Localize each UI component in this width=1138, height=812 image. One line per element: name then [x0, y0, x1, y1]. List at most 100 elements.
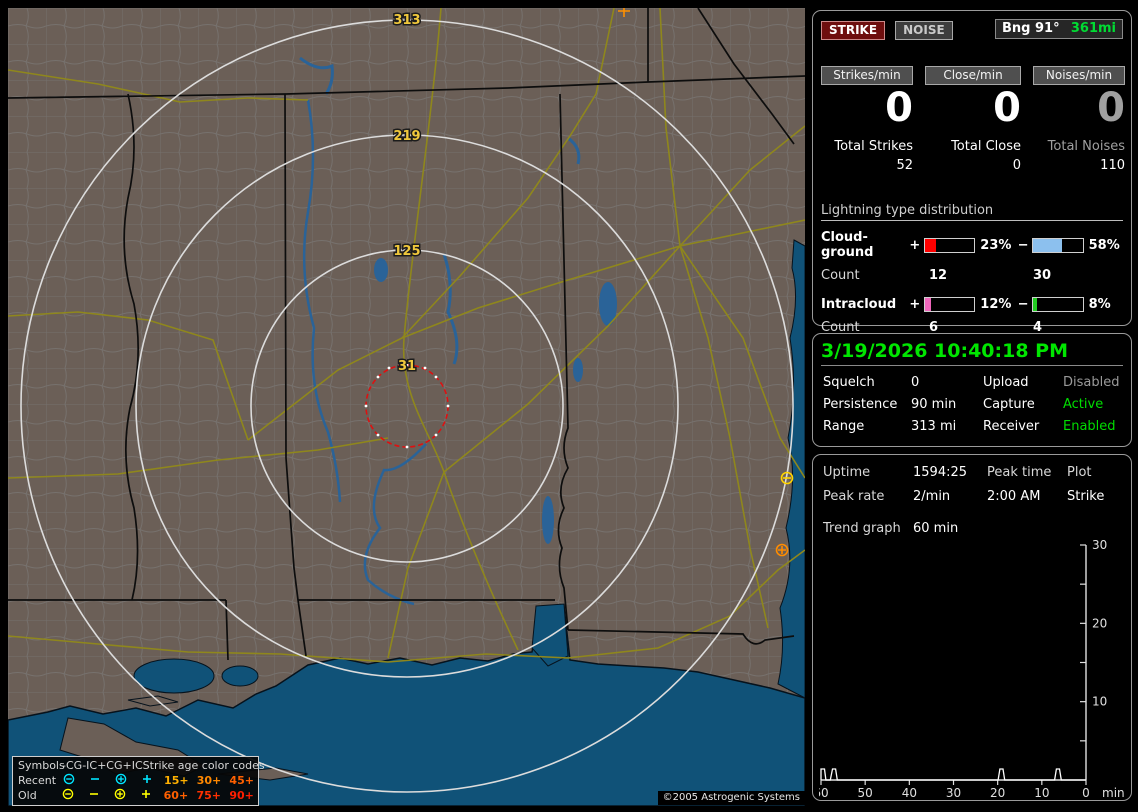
legend-age-90: 90+: [229, 789, 254, 802]
circle-plus-icon: [107, 788, 133, 804]
total-strikes-value: 52: [896, 158, 913, 173]
ring-label-31: 31: [398, 359, 416, 374]
legend-col-nic: -IC: [82, 759, 98, 772]
cg-positive-count: 12: [929, 268, 948, 283]
svg-text:50: 50: [858, 786, 873, 797]
uptime-label: Uptime: [823, 465, 871, 480]
upload-label: Upload: [983, 375, 1029, 390]
peak-rate-label: Peak rate: [823, 489, 885, 504]
circle-plus-icon: [108, 773, 134, 789]
plus-icon: [133, 788, 159, 804]
strike-circle-plus: [775, 543, 789, 557]
legend-age-60: 60+: [163, 789, 189, 802]
noises-per-min-value: 0: [1097, 85, 1125, 131]
legend-age-15: 15+: [164, 774, 189, 787]
minus-sign: −: [1017, 237, 1029, 253]
cg-negative-pct: 58%: [1088, 237, 1120, 253]
status-value: Enabled: [1063, 419, 1116, 434]
total-close-label: Total Close: [951, 139, 1021, 154]
svg-text:min: min: [1102, 786, 1125, 797]
cg-positive-pct: 23%: [980, 237, 1012, 253]
noise-toggle-button[interactable]: NOISE: [895, 21, 953, 40]
peak-time-label: Peak time: [987, 465, 1052, 480]
ic-negative-pct: 8%: [1088, 297, 1111, 312]
range-label: Range: [823, 419, 865, 434]
status-value: Disabled: [1063, 375, 1120, 390]
circle-minus-icon: [56, 773, 82, 789]
distribution-header: Lightning type distribution: [821, 203, 1123, 221]
svg-text:60: 60: [819, 786, 829, 797]
strike-stats-panel: STRIKE NOISE Bng 91° 361mi Strikes/min 0…: [812, 10, 1132, 335]
status-value: 90 min: [911, 397, 957, 412]
map-lake: [374, 258, 388, 282]
svg-text:20: 20: [990, 786, 1005, 797]
ring-label-313: 313: [393, 13, 420, 28]
total-noises-value: 110: [1100, 158, 1125, 173]
close-per-min-button[interactable]: Close/min: [925, 66, 1021, 85]
ic-negative-bar: [1032, 297, 1084, 312]
svg-text:20: 20: [1092, 616, 1107, 630]
plus-sign: +: [909, 237, 921, 253]
capture-label: Capture: [983, 397, 1035, 412]
legend-age-75: 75+: [196, 789, 222, 802]
close-per-min-value: 0: [993, 85, 1021, 131]
copyright-text: ©2005 Astrogenic Systems: [657, 791, 805, 805]
map-lake: [573, 358, 583, 382]
legend-age-header: Strike age color codes: [142, 759, 265, 772]
bearing-badge: Bng 91° 361mi: [995, 19, 1123, 39]
status-value: Active: [1063, 397, 1104, 412]
svg-text:10: 10: [1034, 786, 1049, 797]
squelch-label: Squelch: [823, 375, 875, 390]
legend-age-30: 30+: [196, 774, 222, 787]
trend-graph: 30 20 10 60 50 40 30 20 10 0 min: [819, 538, 1125, 797]
status-value: 313 mi: [911, 419, 957, 434]
legend-col-pcg: +CG: [97, 759, 123, 772]
uptime-value: 1594:25: [913, 465, 968, 480]
svg-text:40: 40: [902, 786, 917, 797]
datetime-display: 3/19/2026 10:40:18 PM: [821, 340, 1068, 362]
ic-positive-bar: [924, 297, 976, 312]
plot-value: Strike: [1067, 489, 1105, 504]
plot-label: Plot: [1067, 465, 1092, 480]
lightning-map[interactable]: 313 219 125 31 Symbols -CG -IC +CG +IC S…: [8, 8, 805, 806]
trend-panel: Uptime 1594:25 Peak time Plot Peak rate …: [812, 454, 1132, 801]
trend-graph-label: Trend graph: [823, 521, 901, 536]
ring-label-125: 125: [393, 244, 420, 259]
strikes-per-min-value: 0: [885, 85, 913, 131]
cg-negative-bar: [1032, 237, 1084, 253]
divider: [821, 365, 1123, 366]
legend-col-pic: +IC: [122, 759, 143, 772]
strike-toggle-button[interactable]: STRIKE: [821, 21, 886, 40]
total-close-value: 0: [1012, 158, 1021, 173]
peak-time-value: 2:00 AM: [987, 489, 1041, 504]
total-noises-label: Total Noises: [1047, 139, 1125, 154]
map-lake: [221, 665, 259, 687]
map-lake: [542, 496, 554, 544]
cg-positive-bar: [924, 237, 976, 253]
cg-negative-count: 30: [1033, 268, 1052, 283]
svg-text:10: 10: [1092, 695, 1107, 709]
legend-age-45: 45+: [229, 774, 254, 787]
trend-graph-value: 60 min: [913, 521, 959, 536]
legend-row-old: Old: [18, 789, 37, 802]
map-lake: [133, 658, 215, 694]
noises-per-min-button[interactable]: Noises/min: [1033, 66, 1125, 85]
ic-positive-pct: 12%: [980, 297, 1012, 312]
minus-icon: [81, 788, 107, 804]
intracloud-label: Intracloud: [821, 297, 897, 312]
plus-sign: +: [909, 297, 921, 312]
svg-text:30: 30: [1092, 538, 1107, 552]
circle-minus-icon: [55, 788, 81, 804]
svg-text:0: 0: [1082, 786, 1090, 797]
legend-row-recent: Recent: [18, 774, 57, 787]
minus-icon: [82, 773, 108, 789]
ring-label-219: 219: [393, 129, 420, 144]
status-panel: 3/19/2026 10:40:18 PM Squelch 0 Upload D…: [812, 333, 1132, 447]
total-strikes-label: Total Strikes: [834, 139, 913, 154]
bearing-range: 361mi: [1070, 21, 1116, 36]
strikes-per-min-button[interactable]: Strikes/min: [821, 66, 913, 85]
count-label: Count: [821, 268, 860, 283]
receiver-label: Receiver: [983, 419, 1040, 434]
map-legend: Symbols -CG -IC +CG +IC Strike age color…: [12, 756, 265, 806]
status-value: 0: [911, 375, 920, 390]
